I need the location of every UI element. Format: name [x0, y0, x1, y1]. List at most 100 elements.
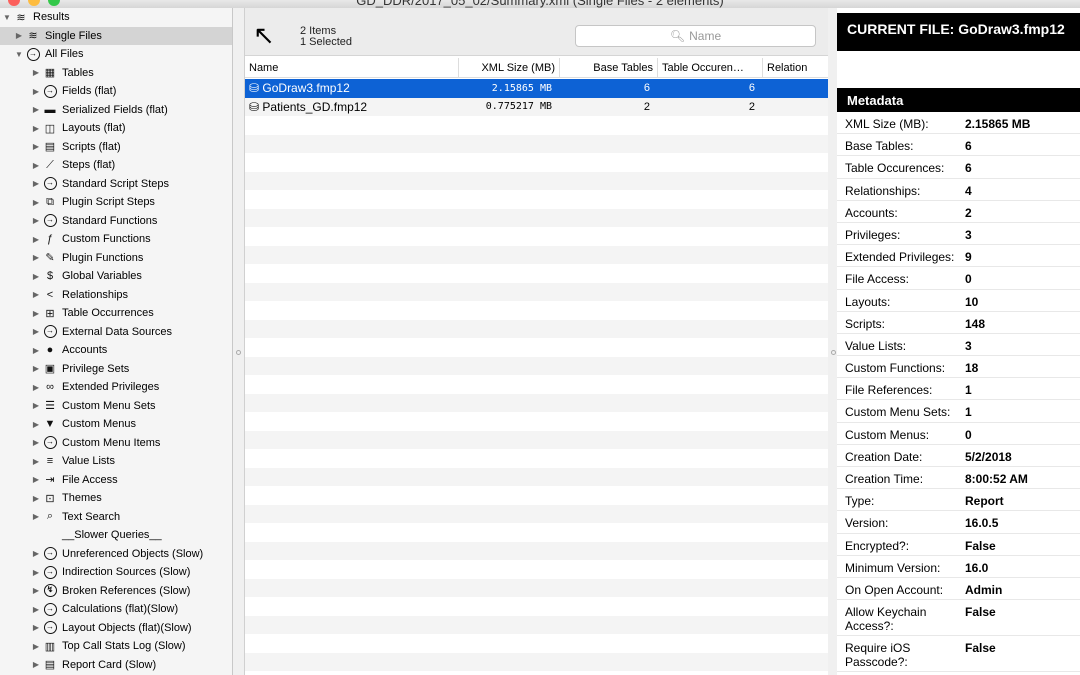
- disclosure-closed-icon[interactable]: ▶: [31, 586, 41, 595]
- disclosure-closed-icon[interactable]: ▶: [31, 235, 41, 244]
- column-header-table-occurrences[interactable]: Table Occuren…: [658, 58, 763, 78]
- sidebar-item[interactable]: ▶ ↯ Broken References (Slow): [31, 582, 190, 601]
- disclosure-closed-icon[interactable]: ▶: [31, 179, 41, 188]
- disclosure-closed-icon[interactable]: ▶: [31, 68, 41, 77]
- disclosure-closed-icon[interactable]: ▶: [31, 605, 41, 614]
- disclosure-closed-icon[interactable]: ▶: [31, 549, 41, 558]
- sidebar-item[interactable]: ▶ → Custom Menu Items: [31, 434, 160, 453]
- sidebar-item-single-files[interactable]: ▶ ≋ Single Files: [0, 26, 232, 45]
- table-row[interactable]: ⛁ GoDraw3.fmp12 2.15865 MB 6 6: [245, 79, 828, 98]
- sidebar-item[interactable]: ▶ $ Global Variables: [31, 267, 142, 286]
- disclosure-closed-icon[interactable]: ▶: [31, 438, 41, 447]
- disclosure-closed-icon[interactable]: ▶: [31, 272, 41, 281]
- sidebar-item-label: Standard Script Steps: [62, 177, 170, 190]
- sidebar-item[interactable]: ▶ ▬ Serialized Fields (flat): [31, 101, 168, 120]
- disclosure-closed-icon[interactable]: ▶: [31, 420, 41, 429]
- metadata-value: False: [965, 538, 996, 553]
- back-arrow-icon[interactable]: ↖: [253, 22, 275, 48]
- disclosure-closed-icon[interactable]: ▶: [31, 401, 41, 410]
- metadata-value: 1: [965, 383, 972, 398]
- metadata-row: Creation Time: 8:00:52 AM: [837, 467, 1080, 490]
- left-splitter[interactable]: [233, 8, 245, 675]
- sidebar-item-all-files[interactable]: ▼ → All Files: [14, 45, 84, 64]
- disclosure-open-icon[interactable]: ▼: [14, 50, 24, 59]
- sidebar-item[interactable]: ▶ → Indirection Sources (Slow): [31, 563, 190, 582]
- table-row[interactable]: ⛁ Patients_GD.fmp12 0.775217 MB 2 2: [245, 97, 828, 116]
- empty-row: [245, 356, 828, 375]
- sidebar-item[interactable]: ▶ ✎ Plugin Functions: [31, 249, 143, 268]
- disclosure-closed-icon[interactable]: ▶: [31, 198, 41, 207]
- empty-row: [245, 430, 828, 449]
- sidebar-item[interactable]: ▶ ▦ Tables: [31, 64, 94, 83]
- column-header-relationships[interactable]: Relation: [763, 58, 828, 78]
- disclosure-closed-icon[interactable]: ▶: [31, 161, 41, 170]
- disclosure-closed-icon[interactable]: ▶: [31, 512, 41, 521]
- disclosure-closed-icon[interactable]: ▶: [31, 383, 41, 392]
- sidebar-item[interactable]: ▶ → Standard Functions: [31, 212, 157, 231]
- disclosure-closed-icon[interactable]: ▶: [31, 216, 41, 225]
- sidebar-item[interactable]: ▶ ▣ Privilege Sets: [31, 360, 129, 379]
- sidebar-item[interactable]: ▶ → Unreferenced Objects (Slow): [31, 545, 203, 564]
- sidebar-item[interactable]: ▶ ⊞ Table Occurrences: [31, 304, 154, 323]
- disclosure-closed-icon[interactable]: ▶: [31, 142, 41, 151]
- disclosure-closed-icon[interactable]: ▶: [31, 124, 41, 133]
- metadata-key: Custom Functions:: [845, 361, 946, 376]
- sidebar-item[interactable]: ▶ ≡ Value Lists: [31, 452, 115, 471]
- disclosure-closed-icon[interactable]: ▶: [31, 105, 41, 114]
- disclosure-closed-icon[interactable]: ▶: [31, 87, 41, 96]
- disclosure-closed-icon[interactable]: ▶: [31, 364, 41, 373]
- disclosure-closed-icon[interactable]: ▶: [31, 623, 41, 632]
- disclosure-closed-icon[interactable]: ▶: [31, 346, 41, 355]
- metadata-table: XML Size (MB): 2.15865 MB Base Tables: 6 Tab…: [837, 112, 1080, 673]
- sidebar-item[interactable]: ▶ → Layout Objects (flat)(Slow): [31, 619, 192, 638]
- sidebar-item[interactable]: ▶ ⇥ File Access: [31, 471, 118, 490]
- base-tables-cell: 6: [643, 82, 650, 95]
- disclosure-closed-icon[interactable]: ▶: [31, 660, 41, 669]
- sidebar-item[interactable]: ▶ → Fields (flat): [31, 82, 116, 101]
- disclosure-closed-icon[interactable]: ▶: [14, 31, 24, 40]
- sidebar-item[interactable]: ▶ ▼ Custom Menus: [31, 415, 136, 434]
- metadata-value: 5/2/2018: [965, 449, 1012, 464]
- disclosure-closed-icon[interactable]: ▶: [31, 494, 41, 503]
- column-header-base-tables[interactable]: Base Tables: [560, 58, 658, 78]
- disclosure-closed-icon[interactable]: ▶: [31, 568, 41, 577]
- sidebar-item[interactable]: ▶ ⊡ Themes: [31, 489, 102, 508]
- sidebar-item-label: Custom Menus: [62, 418, 136, 431]
- metadata-value: False: [965, 641, 996, 656]
- title-bar: GD_DDR/2017_05_02/Summary.xml (Single Fi…: [0, 0, 1080, 8]
- sidebar-item-label: Indirection Sources (Slow): [62, 566, 191, 579]
- sidebar-item[interactable]: ▶ ⌕ Text Search: [31, 508, 120, 527]
- sidebar-item[interactable]: ▶ → Standard Script Steps: [31, 175, 169, 194]
- sidebar-item[interactable]: ▶ ▤ Scripts (flat): [31, 138, 121, 157]
- disclosure-closed-icon[interactable]: ▶: [31, 253, 41, 262]
- sidebar-item[interactable]: ▶ ▥ Top Call Stats Log (Slow): [31, 637, 186, 656]
- sidebar-item[interactable]: ▶ ☰ Custom Menu Sets: [31, 397, 156, 416]
- sidebar-item[interactable]: ▶ → Calculations (flat)(Slow): [31, 600, 178, 619]
- disclosure-closed-icon[interactable]: ▶: [31, 309, 41, 318]
- disclosure-closed-icon[interactable]: ▶: [31, 457, 41, 466]
- sidebar-item[interactable]: ▶ ƒ Custom Functions: [31, 230, 151, 249]
- table-header: Name XML Size (MB) Base Tables Table Occ…: [245, 58, 828, 78]
- disclosure-open-icon[interactable]: ▼: [2, 13, 12, 22]
- sidebar-item[interactable]: ▶ ⧉ Plugin Script Steps: [31, 193, 155, 212]
- disclosure-closed-icon[interactable]: ▶: [31, 642, 41, 651]
- sidebar-item[interactable]: ▶ ▤ Report Card (Slow): [31, 656, 156, 675]
- column-header-name[interactable]: Name: [245, 58, 459, 78]
- sidebar-item[interactable]: __Slower Queries__: [31, 526, 162, 545]
- metadata-value: 0: [965, 427, 972, 442]
- sidebar-item[interactable]: ▶ ◫ Layouts (flat): [31, 119, 126, 138]
- disclosure-closed-icon[interactable]: ▶: [31, 475, 41, 484]
- circle-arrow-icon: →: [43, 547, 57, 561]
- sidebar-item[interactable]: ▶ ● Accounts: [31, 341, 107, 360]
- sidebar-item[interactable]: ▶ ⟋ Steps (flat): [31, 156, 115, 175]
- search-input[interactable]: 🔍︎ Name: [575, 25, 816, 47]
- sidebar-item[interactable]: ▶ < Relationships: [31, 286, 128, 305]
- right-splitter[interactable]: [828, 8, 837, 675]
- column-header-xml-size[interactable]: XML Size (MB): [459, 58, 560, 78]
- sidebar-item[interactable]: ▶ → External Data Sources: [31, 323, 172, 342]
- sidebar-root-results[interactable]: ▼ ≋ Results: [2, 8, 70, 27]
- disclosure-closed-icon[interactable]: ▶: [31, 290, 41, 299]
- empty-row: [245, 153, 828, 172]
- disclosure-closed-icon[interactable]: ▶: [31, 327, 41, 336]
- sidebar-item[interactable]: ▶ ∞ Extended Privileges: [31, 378, 159, 397]
